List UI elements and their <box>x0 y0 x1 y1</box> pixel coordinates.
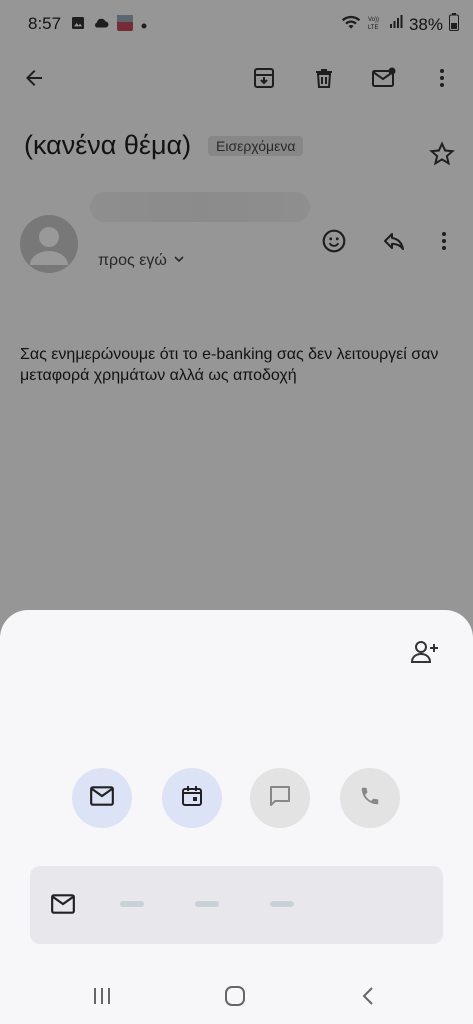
calendar-icon <box>180 784 204 813</box>
email-action-button[interactable] <box>72 768 132 828</box>
contact-actions <box>72 768 402 828</box>
contact-email-row[interactable] <box>30 866 443 944</box>
person-add-icon[interactable] <box>405 632 445 672</box>
contact-bottom-sheet <box>0 610 473 1024</box>
contact-email-redacted <box>120 899 330 911</box>
chat-icon <box>268 784 292 813</box>
mail-icon <box>50 893 76 920</box>
phone-icon <box>359 785 381 812</box>
home-icon[interactable] <box>215 980 255 1012</box>
mail-icon <box>89 785 115 812</box>
system-nav-bar <box>0 968 473 1024</box>
phone-action-button[interactable] <box>340 768 400 828</box>
chat-action-button[interactable] <box>250 768 310 828</box>
back-icon[interactable] <box>348 980 388 1012</box>
recents-icon[interactable] <box>82 980 122 1012</box>
calendar-action-button[interactable] <box>162 768 222 828</box>
